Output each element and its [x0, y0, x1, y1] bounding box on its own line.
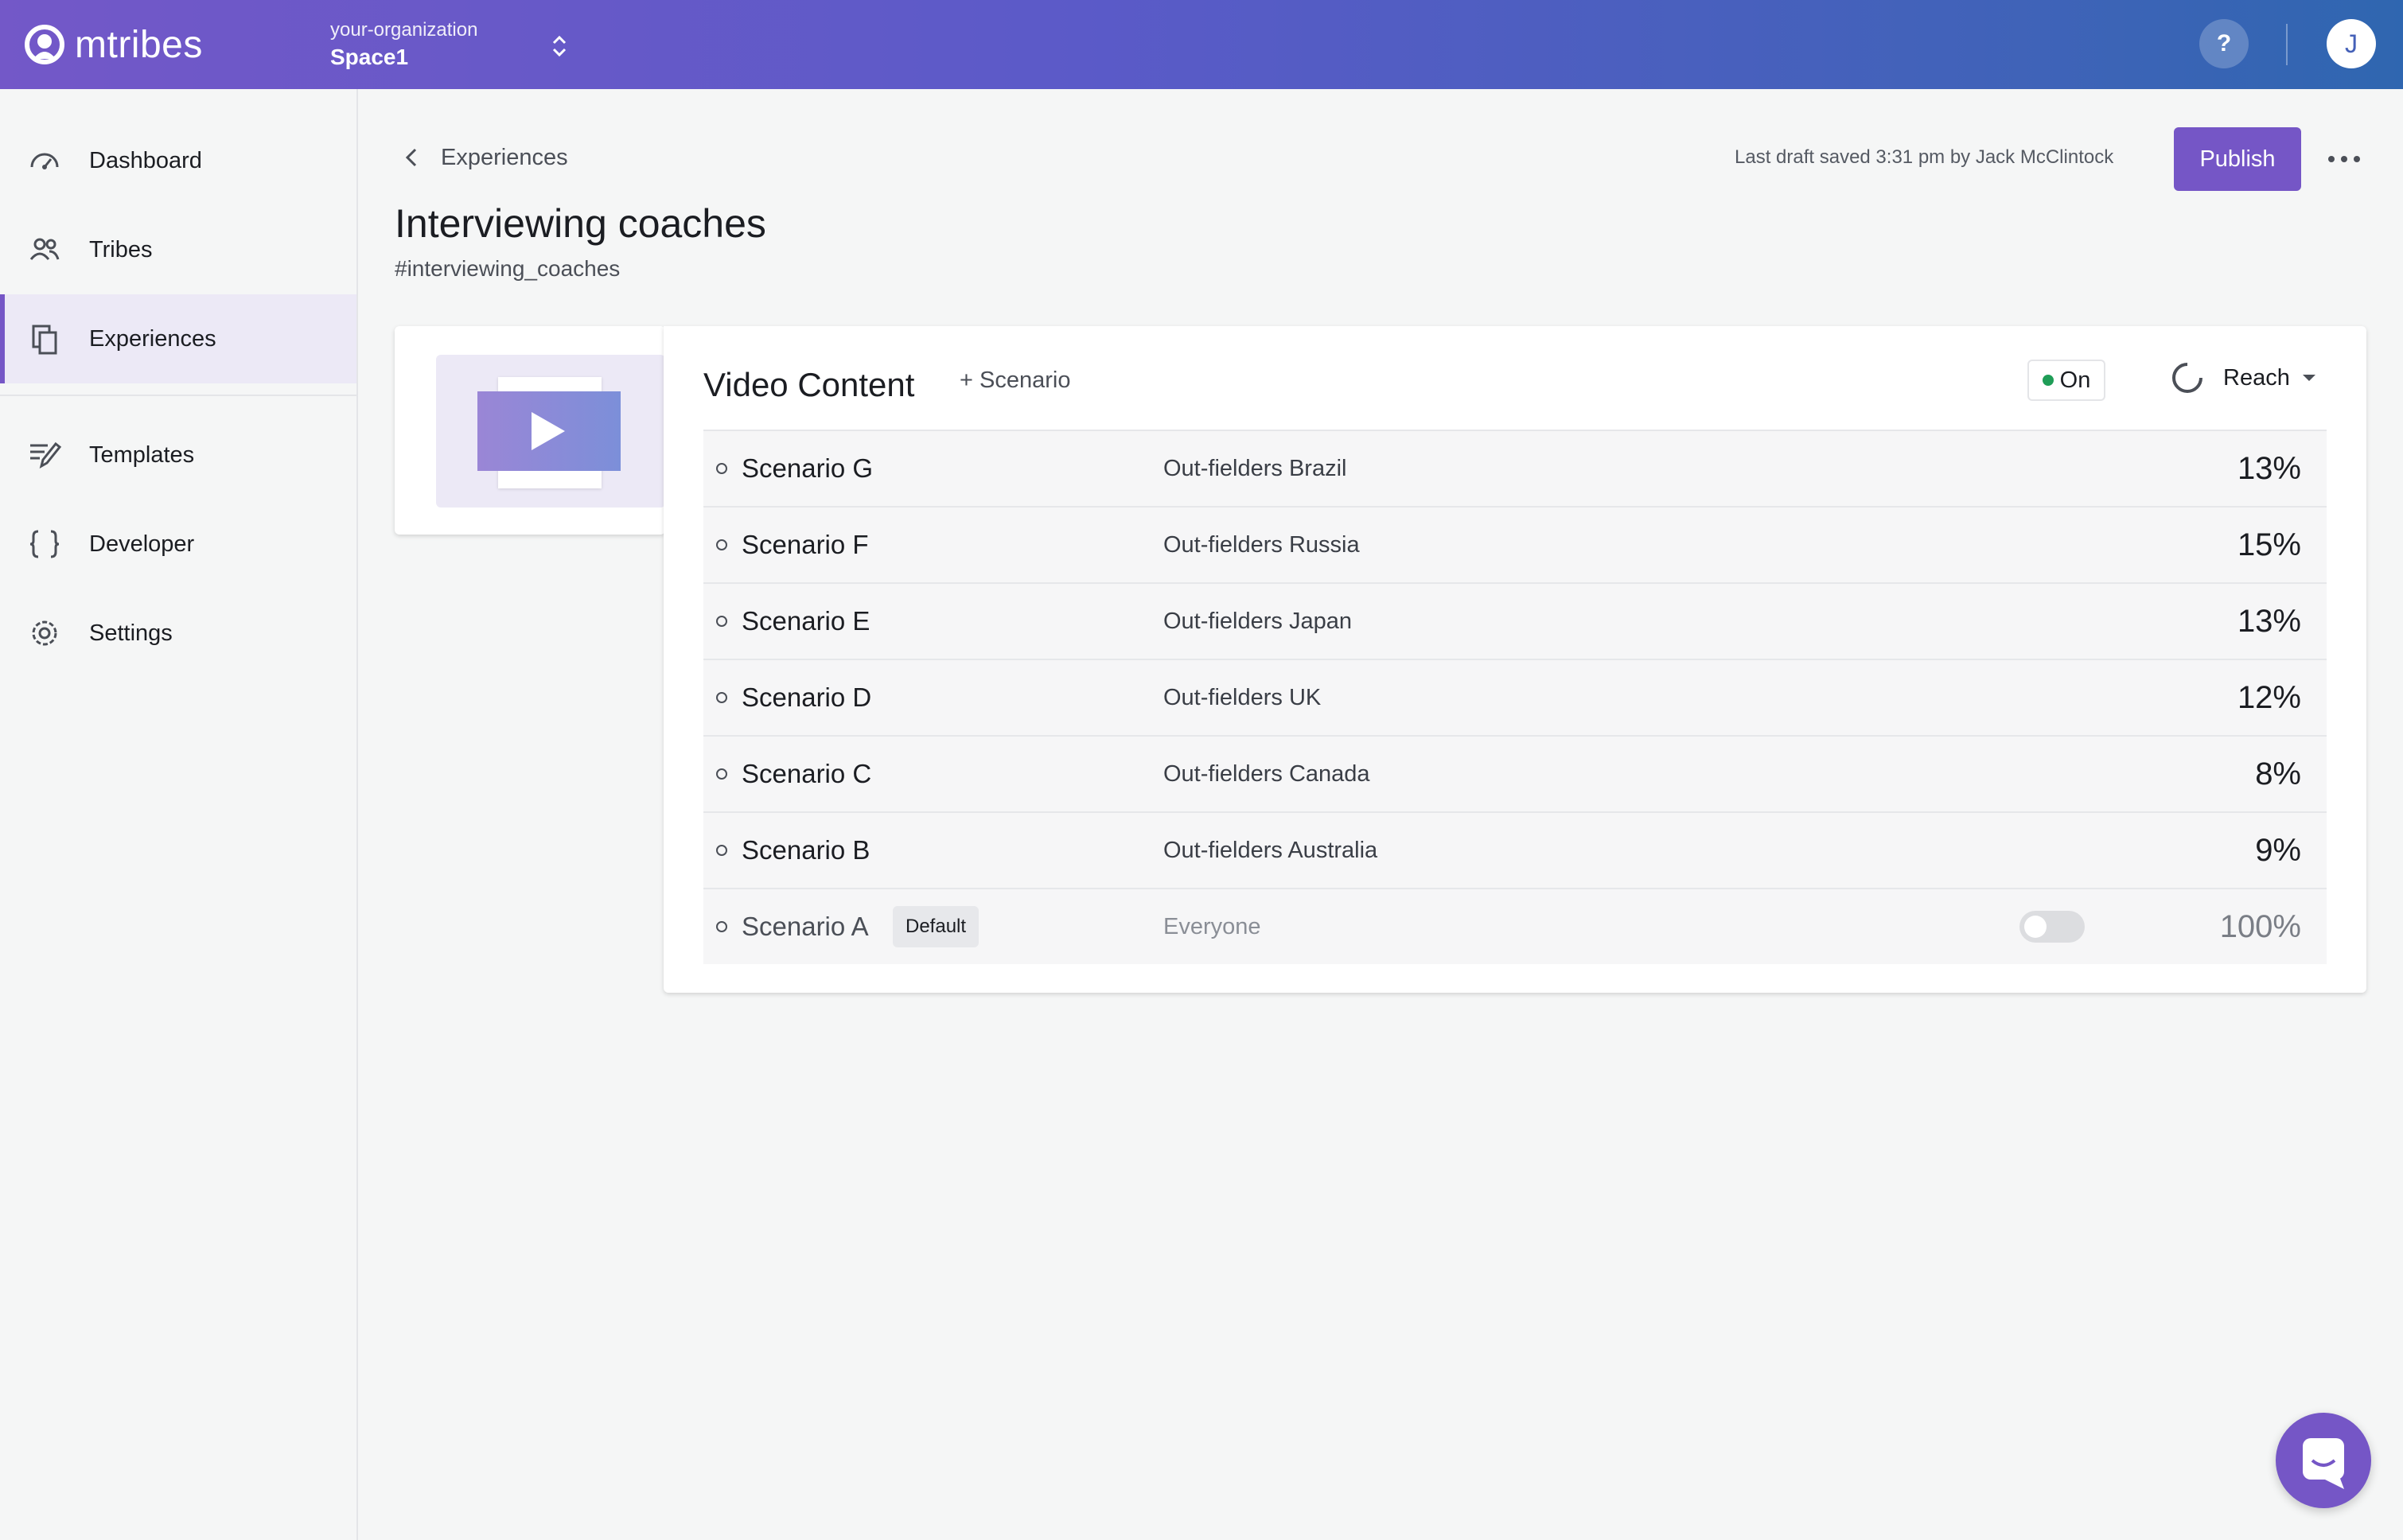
sidebar-item-developer[interactable]: Developer	[0, 500, 356, 589]
chat-launcher-button[interactable]	[2276, 1413, 2371, 1508]
scenario-tribe: Out-fielders Russia	[1163, 531, 1360, 558]
scenario-reach: 12%	[2237, 679, 2301, 715]
scenario-name: Scenario A	[742, 912, 869, 941]
scenario-name: Scenario G	[742, 453, 874, 483]
scenario-name: Scenario F	[742, 530, 869, 559]
bullet-icon	[716, 463, 727, 474]
scenario-row-default[interactable]: Scenario A Default Everyone 100%	[703, 888, 2327, 964]
bullet-icon	[716, 692, 727, 703]
page-title: Interviewing coaches	[395, 201, 766, 246]
org-name: your-organization	[330, 19, 478, 41]
scenario-reach: 100%	[2219, 908, 2301, 944]
dashboard-icon	[30, 153, 59, 169]
sidebar-item-templates[interactable]: Templates	[0, 410, 356, 500]
scenario-tribe: Out-fielders Japan	[1163, 608, 1352, 634]
back-link[interactable]: Experiences	[401, 142, 568, 173]
reach-label: Reach	[2223, 364, 2290, 391]
play-icon	[532, 412, 565, 450]
scenario-list: Scenario G Out-fielders Brazil 13% Scena…	[703, 430, 2327, 964]
scenario-name: Scenario B	[742, 835, 870, 865]
top-bar: mtribes your-organization Space1 ? J	[0, 0, 2403, 89]
publish-button[interactable]: Publish	[2174, 127, 2301, 191]
more-options-icon[interactable]	[2328, 145, 2360, 173]
sidebar-item-label: Tribes	[89, 236, 153, 262]
sidebar-item-experiences[interactable]: Experiences	[0, 294, 356, 383]
scenario-name: Scenario E	[742, 606, 870, 636]
add-scenario-button[interactable]: + Scenario	[960, 368, 1070, 394]
back-label: Experiences	[441, 144, 568, 170]
scenario-row[interactable]: Scenario G Out-fielders Brazil 13%	[703, 430, 2327, 506]
scenario-name: Scenario D	[742, 682, 872, 712]
scenario-reach: 9%	[2255, 832, 2301, 868]
scenario-reach: 13%	[2237, 450, 2301, 486]
sidebar-item-label: Developer	[89, 531, 195, 557]
status-badge[interactable]: On	[2027, 360, 2105, 401]
sidebar-item-settings[interactable]: Settings	[0, 589, 356, 678]
scenario-row[interactable]: Scenario E Out-fielders Japan 13%	[703, 582, 2327, 659]
logo[interactable]: mtribes	[24, 22, 203, 67]
logo-text: mtribes	[75, 23, 203, 66]
scenario-row[interactable]: Scenario D Out-fielders UK 12%	[703, 659, 2327, 735]
experience-thumbnail	[395, 326, 665, 535]
page-slug: #interviewing_coaches	[395, 256, 621, 281]
tribes-icon	[29, 238, 60, 260]
scenario-tribe: Out-fielders Canada	[1163, 760, 1370, 787]
scenario-tribe: Everyone	[1163, 913, 1261, 939]
chat-icon	[2303, 1438, 2344, 1489]
developer-icon	[29, 530, 60, 558]
sidebar-item-dashboard[interactable]: Dashboard	[0, 116, 356, 205]
org-switcher[interactable]: your-organization Space1	[330, 19, 477, 70]
scenario-tribe: Out-fielders Australia	[1163, 837, 1378, 863]
experience-card: Video Content + Scenario On Reach Scenar…	[664, 326, 2366, 993]
sidebar-item-label: Dashboard	[89, 147, 202, 173]
chevron-left-icon	[405, 148, 417, 167]
scenario-toggle[interactable]	[2019, 911, 2085, 943]
mtribes-logo-icon	[25, 25, 64, 64]
bullet-icon	[716, 768, 727, 780]
sidebar-divider	[0, 395, 356, 396]
scenario-tribe: Out-fielders Brazil	[1163, 455, 1347, 481]
scenario-row[interactable]: Scenario C Out-fielders Canada 8%	[703, 735, 2327, 811]
status-label: On	[2059, 367, 2091, 393]
last-saved-text: Last draft saved 3:31 pm by Jack McClint…	[1735, 146, 2114, 168]
help-button[interactable]: ?	[2199, 19, 2249, 68]
space-name: Space1	[330, 45, 409, 69]
scenario-row[interactable]: Scenario B Out-fielders Australia 9%	[703, 811, 2327, 888]
experience-name: Video Content	[703, 366, 915, 403]
scenario-reach: 8%	[2255, 756, 2301, 791]
bullet-icon	[716, 616, 727, 627]
caret-down-icon	[2302, 375, 2315, 381]
scenario-row[interactable]: Scenario F Out-fielders Russia 15%	[703, 506, 2327, 582]
templates-icon	[30, 441, 62, 469]
bullet-icon	[716, 539, 727, 550]
sidebar-item-tribes[interactable]: Tribes	[0, 205, 356, 294]
status-dot-icon	[2042, 375, 2054, 386]
experiences-icon	[32, 325, 57, 355]
scenario-reach: 15%	[2237, 527, 2301, 562]
bullet-icon	[716, 921, 727, 932]
sidebar: Dashboard Tribes Experiences Templates D…	[0, 89, 358, 1540]
scenario-reach: 13%	[2237, 603, 2301, 639]
reach-icon	[2172, 363, 2202, 393]
avatar[interactable]: J	[2327, 19, 2376, 68]
experience-header: Video Content + Scenario On Reach	[664, 326, 2366, 430]
bullet-icon	[716, 845, 727, 856]
sidebar-item-label: Experiences	[89, 325, 216, 352]
chevron-up-down-icon[interactable]	[547, 30, 571, 62]
sidebar-item-label: Settings	[89, 620, 173, 646]
default-badge: Default	[893, 906, 980, 947]
divider	[2286, 24, 2288, 65]
reach-dropdown[interactable]: Reach	[2171, 361, 2315, 395]
sidebar-item-label: Templates	[89, 441, 195, 468]
scenario-tribe: Out-fielders UK	[1163, 684, 1322, 710]
scenario-name: Scenario C	[742, 759, 872, 788]
settings-icon	[32, 620, 57, 646]
